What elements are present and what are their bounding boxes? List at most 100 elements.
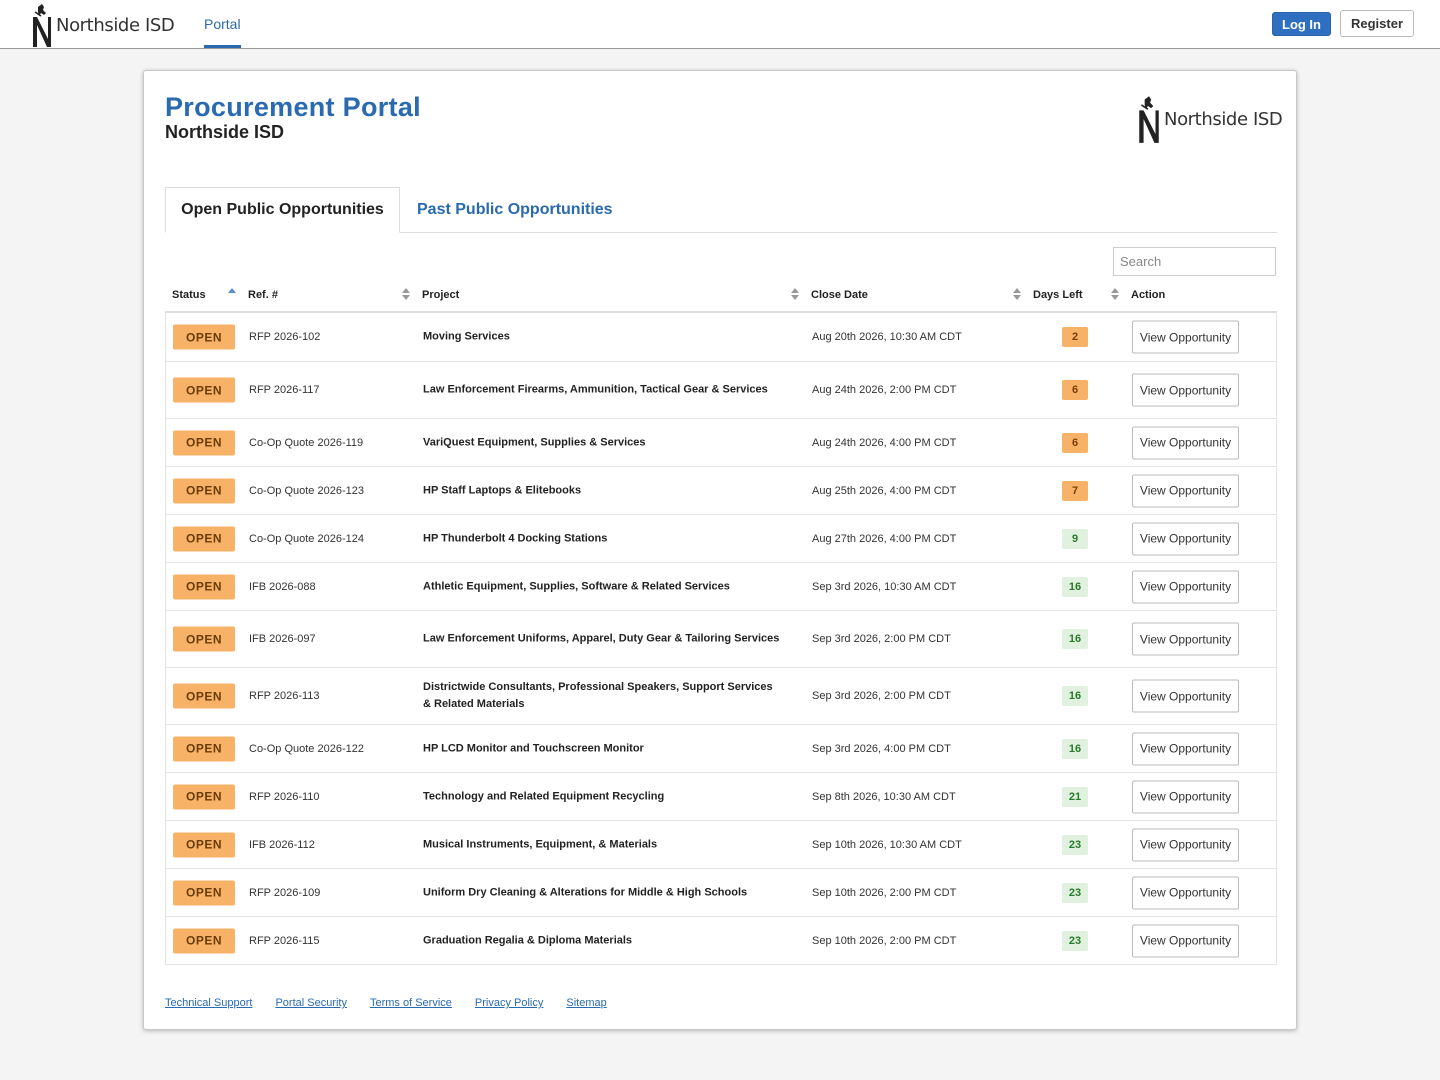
days-left-badge: 23: [1062, 930, 1088, 951]
ref-number: IFB 2026-112: [249, 838, 315, 851]
knight-logo-icon: [1139, 96, 1159, 143]
table-row: OPEN Co-Op Quote 2026-122 HP LCD Monitor…: [166, 724, 1276, 772]
status-badge: OPEN: [173, 574, 235, 599]
days-left-badge: 6: [1062, 380, 1088, 400]
ref-number: RFP 2026-102: [249, 331, 321, 343]
view-opportunity-button[interactable]: View Opportunity: [1132, 732, 1239, 765]
view-opportunity-button[interactable]: View Opportunity: [1132, 924, 1239, 957]
project-name: Technology and Related Equipment Recycli…: [423, 790, 665, 802]
view-opportunity-button[interactable]: View Opportunity: [1132, 373, 1239, 407]
table-row: OPEN Co-Op Quote 2026-123 HP Staff Lapto…: [166, 466, 1276, 514]
ref-number: IFB 2026-088: [249, 580, 316, 593]
table-row: OPEN Co-Op Quote 2026-119 VariQuest Equi…: [166, 418, 1276, 466]
privacy-policy-link[interactable]: Privacy Policy: [475, 997, 543, 1009]
register-button[interactable]: Register: [1340, 10, 1414, 37]
status-badge: OPEN: [173, 928, 235, 953]
ref-number: Co-Op Quote 2026-122: [249, 742, 364, 755]
view-opportunity-button[interactable]: View Opportunity: [1132, 780, 1239, 813]
page-title: Procurement Portal: [165, 92, 421, 122]
ref-number: RFP 2026-110: [249, 790, 320, 803]
table-row: OPEN IFB 2026-097 Law Enforcement Unifor…: [166, 610, 1276, 667]
column-header-ref[interactable]: Ref. #: [248, 289, 278, 301]
close-date: Sep 10th 2026, 10:30 AM CDT: [812, 838, 962, 851]
sort-icon[interactable]: [1013, 288, 1021, 302]
project-name: Graduation Regalia & Diploma Materials: [423, 934, 633, 946]
project-name: Uniform Dry Cleaning & Alterations for M…: [423, 886, 748, 898]
days-left-badge: 9: [1062, 528, 1088, 549]
table-row: OPEN RFP 2026-113 Districtwide Consultan…: [166, 667, 1276, 724]
column-header-project[interactable]: Project: [422, 289, 459, 301]
column-header-status[interactable]: Status: [172, 289, 206, 301]
table-row: OPEN RFP 2026-117 Law Enforcement Firear…: [166, 361, 1276, 418]
view-opportunity-button[interactable]: View Opportunity: [1132, 522, 1239, 555]
project-name: Moving Services: [423, 330, 510, 343]
table-row: OPEN RFP 2026-110 Technology and Related…: [166, 772, 1276, 820]
view-opportunity-button[interactable]: View Opportunity: [1132, 570, 1239, 603]
terms-of-service-link[interactable]: Terms of Service: [370, 997, 452, 1009]
column-header-days-left[interactable]: Days Left: [1033, 289, 1083, 301]
sort-asc-icon[interactable]: [228, 288, 236, 302]
tab-past-opportunities[interactable]: Past Public Opportunities: [417, 187, 613, 233]
project-name: Musical Instruments, Equipment, & Materi…: [423, 838, 658, 850]
close-date: Aug 24th 2026, 2:00 PM CDT: [812, 384, 957, 396]
days-left-badge: 23: [1062, 882, 1088, 903]
search-input[interactable]: [1113, 247, 1276, 276]
ref-number: RFP 2026-113: [249, 690, 320, 702]
days-left-badge: 23: [1062, 834, 1088, 855]
table-row: OPEN RFP 2026-102 Moving Services Aug 20…: [166, 313, 1276, 361]
days-left-badge: 16: [1062, 576, 1088, 597]
northside-isd-logo[interactable]: Northside ISD: [30, 2, 175, 48]
opportunity-tabs: Open Public Opportunities Past Public Op…: [165, 187, 1277, 233]
days-left-badge: 6: [1062, 432, 1088, 453]
view-opportunity-button[interactable]: View Opportunity: [1132, 679, 1239, 713]
close-date: Sep 3rd 2026, 2:00 PM CDT: [812, 690, 951, 702]
ref-number: RFP 2026-115: [249, 934, 320, 947]
ref-number: Co-Op Quote 2026-124: [249, 532, 364, 545]
table-header: Status Ref. # Project Close Date Days Le…: [165, 280, 1277, 313]
status-badge: OPEN: [173, 324, 235, 350]
status-badge: OPEN: [173, 377, 235, 403]
tab-open-opportunities[interactable]: Open Public Opportunities: [165, 187, 400, 233]
view-opportunity-button[interactable]: View Opportunity: [1132, 828, 1239, 861]
close-date: Sep 8th 2026, 10:30 AM CDT: [812, 790, 956, 803]
status-badge: OPEN: [173, 626, 235, 652]
days-left-badge: 2: [1062, 327, 1088, 347]
project-name: HP LCD Monitor and Touchscreen Monitor: [423, 742, 644, 754]
card-logo-text: Northside ISD: [1164, 108, 1283, 130]
page-subtitle: Northside ISD: [165, 122, 285, 142]
column-header-close-date[interactable]: Close Date: [811, 289, 868, 301]
ref-number: RFP 2026-109: [249, 886, 321, 899]
project-name: VariQuest Equipment, Supplies & Services: [423, 436, 646, 448]
close-date: Sep 10th 2026, 2:00 PM CDT: [812, 886, 957, 899]
table-row: OPEN IFB 2026-088 Athletic Equipment, Su…: [166, 562, 1276, 610]
sort-icon[interactable]: [402, 288, 410, 302]
main-card: Procurement Portal Northside ISD Northsi…: [143, 70, 1297, 1030]
status-badge: OPEN: [173, 478, 235, 503]
view-opportunity-button[interactable]: View Opportunity: [1132, 622, 1239, 656]
sitemap-link[interactable]: Sitemap: [566, 997, 606, 1009]
technical-support-link[interactable]: Technical Support: [165, 997, 252, 1009]
view-opportunity-button[interactable]: View Opportunity: [1132, 426, 1239, 459]
days-left-badge: 16: [1062, 738, 1088, 759]
sort-icon[interactable]: [791, 288, 799, 302]
status-badge: OPEN: [173, 880, 235, 905]
close-date: Aug 25th 2026, 4:00 PM CDT: [812, 484, 957, 497]
status-badge: OPEN: [173, 784, 235, 809]
project-name: HP Thunderbolt 4 Docking Stations: [423, 532, 608, 544]
footer-links: Technical Support Portal Security Terms …: [165, 997, 607, 1009]
status-badge: OPEN: [173, 736, 235, 761]
days-left-badge: 16: [1062, 629, 1088, 649]
close-date: Sep 3rd 2026, 10:30 AM CDT: [812, 580, 957, 593]
view-opportunity-button[interactable]: View Opportunity: [1132, 876, 1239, 909]
portal-security-link[interactable]: Portal Security: [275, 997, 347, 1009]
login-button[interactable]: Log In: [1272, 12, 1331, 36]
view-opportunity-button[interactable]: View Opportunity: [1132, 320, 1239, 354]
days-left-badge: 16: [1062, 686, 1088, 706]
view-opportunity-button[interactable]: View Opportunity: [1132, 474, 1239, 507]
nav-tab-portal[interactable]: Portal: [204, 0, 241, 48]
table-row: OPEN RFP 2026-115 Graduation Regalia & D…: [166, 916, 1276, 964]
project-name: HP Staff Laptops & Elitebooks: [423, 484, 582, 496]
opportunities-table: Status Ref. # Project Close Date Days Le…: [165, 280, 1277, 965]
sort-icon[interactable]: [1111, 288, 1119, 302]
project-name: Law Enforcement Uniforms, Apparel, Duty …: [423, 632, 780, 645]
